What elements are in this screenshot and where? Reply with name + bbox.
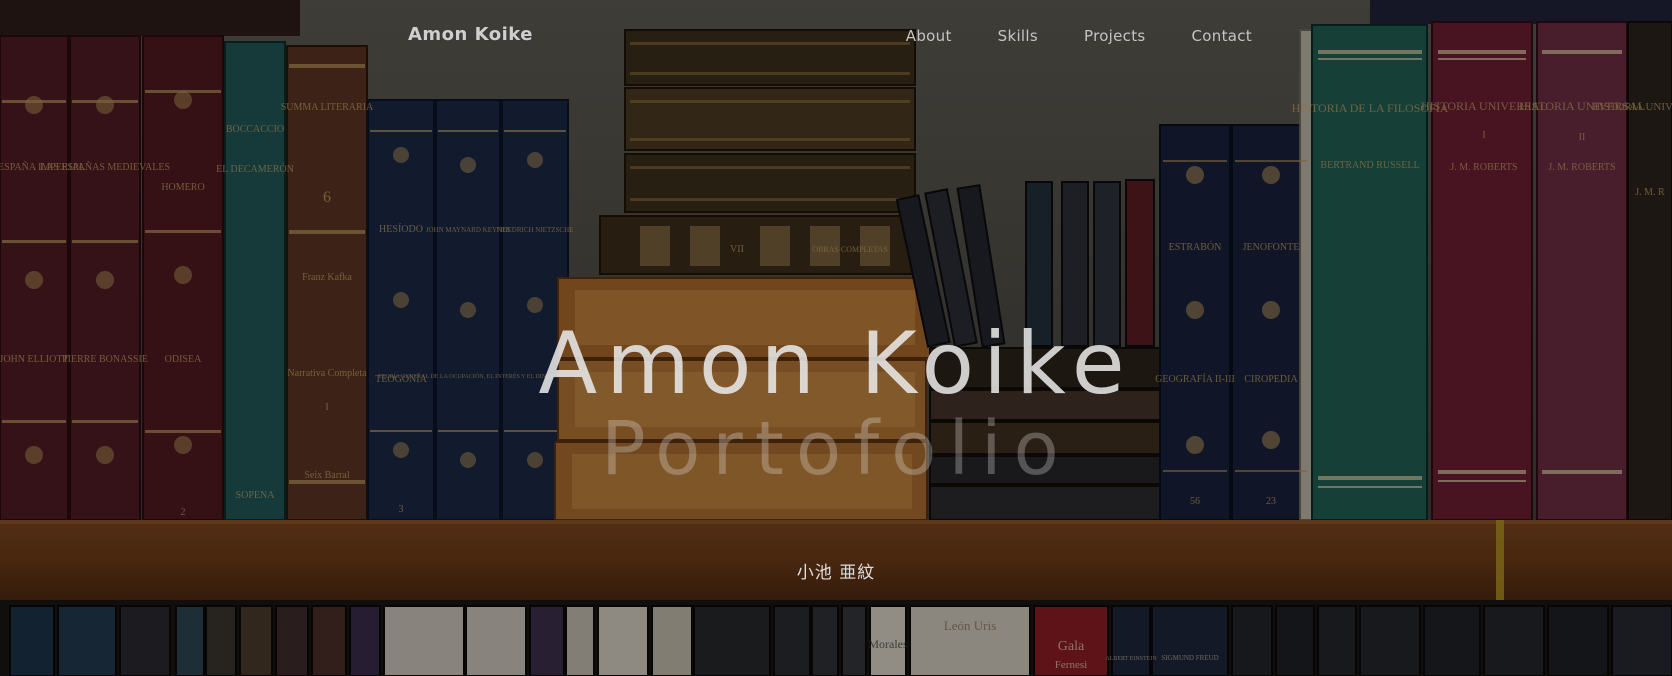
hero-japanese-name: 小池 亜紋 bbox=[796, 563, 876, 583]
nav-link-projects[interactable]: Projects bbox=[1084, 27, 1146, 45]
nav-link-skills[interactable]: Skills bbox=[998, 27, 1038, 45]
brand-link[interactable]: Amon Koike bbox=[408, 24, 533, 45]
nav-link-about[interactable]: About bbox=[906, 27, 952, 45]
top-navbar: Amon Koike About Skills Projects Contact bbox=[0, 0, 1672, 74]
hero-title: Amon Koike bbox=[538, 314, 1134, 414]
hero-subtitle: Portofolio bbox=[601, 406, 1071, 492]
nav-menu: About Skills Projects Contact bbox=[906, 27, 1252, 45]
nav-link-contact[interactable]: Contact bbox=[1192, 27, 1252, 45]
